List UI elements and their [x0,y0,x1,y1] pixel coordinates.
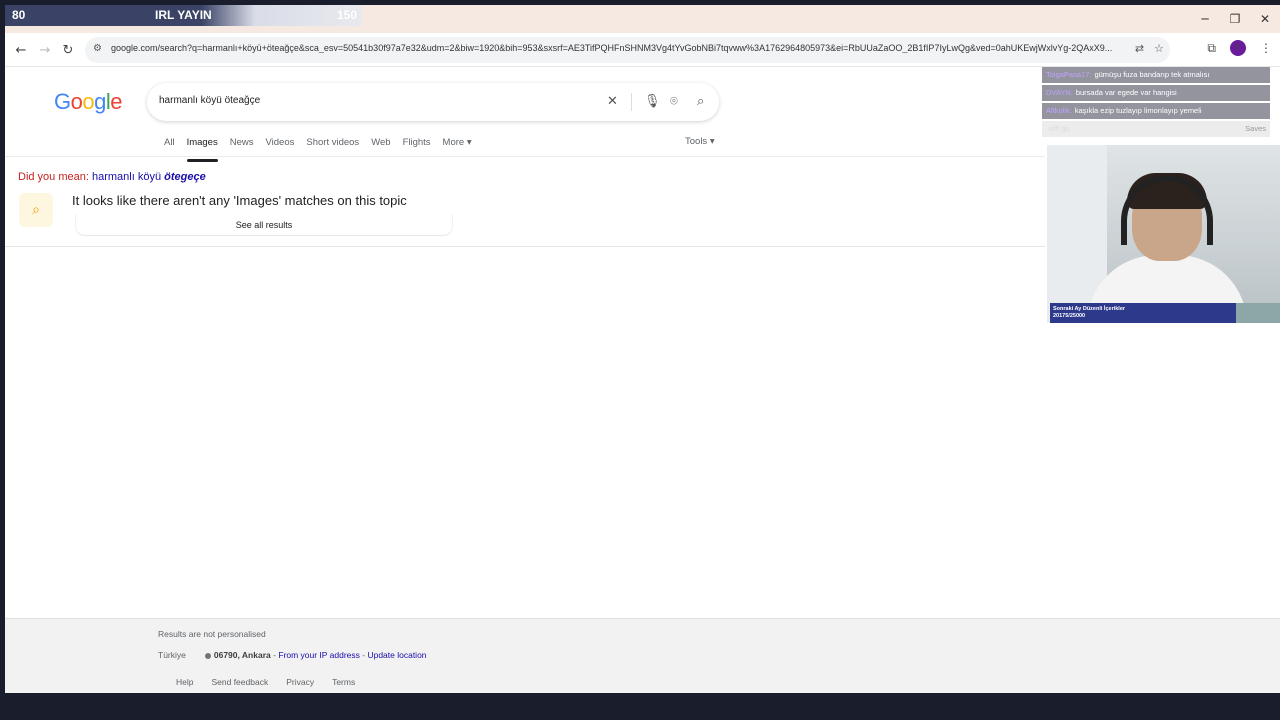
chat-user: TolgaPasa17: [1046,70,1092,79]
webcam-corner-strip [1235,303,1280,323]
chat-message: DVAYN: bursada var egede var hangisi [1042,85,1270,101]
search-tabs: All Images News Videos Short videos Web … [158,136,478,162]
footer-links: Help Send feedback Privacy Terms [176,677,355,687]
tools-button[interactable]: Tools ▾ [685,136,715,147]
chat-text: kaşıkla ezip tuzlayıp limonlayıp yemeli [1074,106,1202,115]
chat-text: bursada var egede var hangisi [1075,88,1177,97]
search-input[interactable]: harmanlı köyü öteağçe [159,95,260,106]
webcam-label-line2: 20175/25000 [1053,313,1086,319]
lens-camera-icon[interactable]: ⌾ [670,94,678,109]
back-icon[interactable]: ← [12,41,30,59]
tabs-divider [5,156,1045,157]
footer-privacy-link[interactable]: Privacy [286,677,314,687]
forward-icon[interactable]: → [36,41,54,59]
results-divider [5,246,1045,247]
webcam-goal-label: Sonraki Ay Düzenli İçerikler 20175/25000 [1050,303,1236,323]
country-label: Türkiye [158,650,186,660]
location-line: Türkiye 06790, Ankara - From your IP addr… [158,650,427,660]
tools-chevron-icon: ▾ [709,136,715,147]
profile-avatar[interactable]: Y [1230,40,1246,56]
tools-label: Tools [685,136,708,147]
chat-user: Altkolik: [1046,106,1072,115]
chat-message: TolgaPasa17: gümüşu fuza bandarıp tek atm… [1042,67,1270,83]
browser-toolbar: ← → ↻ ⚙ google.com/search?q=harmanlı+köy… [5,33,1280,67]
tab-videos[interactable]: Videos [259,136,300,162]
window-controls: ─ ❐ ✕ [1190,5,1280,33]
no-results-message: It looks like there aren't any 'Images' … [72,193,407,208]
footer-feedback-link[interactable]: Send feedback [211,677,268,687]
tab-flights[interactable]: Flights [397,136,437,162]
extensions-icon[interactable]: ⧉ [1207,41,1216,56]
tab-more-label: More [442,137,465,148]
site-info-icon[interactable]: ⚙ [93,43,107,57]
did-you-mean-corrected: ötegeçe [164,171,206,183]
search-divider [631,93,632,111]
url-text[interactable]: google.com/search?q=harmanlı+köyü+öteağç… [111,43,1141,53]
tab-short-videos[interactable]: Short videos [300,136,365,162]
stream-bar-right-value: 150 [336,8,357,22]
reload-icon[interactable]: ↻ [59,41,77,59]
google-logo[interactable]: Google [54,89,123,115]
chat-message: offf go Saves [1042,121,1270,137]
tab-news[interactable]: News [224,136,260,162]
search-icon[interactable]: ⌕ [697,94,704,109]
tab-all[interactable]: All [158,136,181,162]
magnifier-icon: ⌕ [19,193,53,227]
stream-chat: TolgaPasa17: gümüşu fuza bandarıp tek atm… [1042,67,1270,139]
restore-icon[interactable]: ❐ [1220,5,1250,33]
translate-icon[interactable]: ⇄ [1135,42,1144,55]
see-all-results-button[interactable]: See all results [75,214,453,236]
update-location-link[interactable]: Update location [367,650,426,660]
bookmark-star-icon[interactable]: ☆ [1154,42,1164,55]
tab-more[interactable]: More ▾ [437,136,478,162]
stream-bar-title: IRL YAYIN [155,8,212,22]
did-you-mean: Did you mean: harmanlı köyü ötegeçe [18,171,206,183]
webcam-feed: Sonraki Ay Düzenli İçerikler 20175/25000 [1047,145,1280,323]
did-you-mean-label: Did you mean: [18,171,89,183]
location-value: 06790, Ankara [213,650,271,660]
close-window-icon[interactable]: ✕ [1250,5,1280,33]
personalisation-note: Results are not personalised [158,629,266,639]
location-dot-icon [204,652,211,659]
ip-address-link[interactable]: From your IP address [278,650,360,660]
chevron-down-icon: ▾ [466,137,472,148]
stream-goal-bar: 80 IRL YAYIN 150 [5,5,362,26]
address-bar[interactable]: ⚙ google.com/search?q=harmanlı+köyü+ötea… [85,37,1170,63]
search-box[interactable]: harmanlı köyü öteağçe ✕ 🎙 ⌾ ⌕ [147,83,719,121]
stream-bar-left-value: 80 [12,8,26,22]
footer: Results are not personalised Türkiye 0679… [5,618,1280,693]
tab-images[interactable]: Images [181,136,224,162]
webcam-label-line1: Sonraki Ay Düzenli İçerikler [1053,306,1126,312]
clear-search-icon[interactable]: ✕ [607,94,618,109]
chat-text: offf go [1049,124,1070,133]
did-you-mean-plain: harmanlı köyü [92,171,162,183]
saves-label[interactable]: Saves [1245,121,1266,137]
chat-user: DVAYN: [1046,88,1073,97]
microphone-icon[interactable]: 🎙 [644,94,661,109]
chat-text: gümüşu fuza bandarıp tek atmalısı [1094,70,1210,79]
tab-web[interactable]: Web [365,136,396,162]
chat-message: Altkolik: kaşıkla ezip tuzlayıp limonlayı… [1042,103,1270,119]
footer-terms-link[interactable]: Terms [332,677,355,687]
browser-menu-icon[interactable]: ⋮ [1260,41,1272,55]
minimize-icon[interactable]: ─ [1190,5,1220,33]
footer-help-link[interactable]: Help [176,677,193,687]
did-you-mean-link[interactable]: harmanlı köyü ötegeçe [92,171,206,183]
